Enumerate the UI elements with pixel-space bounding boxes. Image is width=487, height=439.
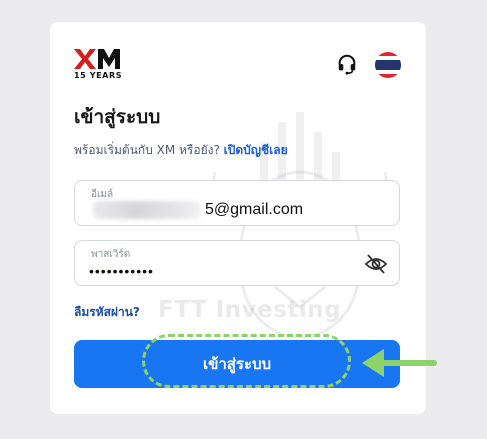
open-account-link[interactable]: เปิดบัญชีเลย — [224, 143, 288, 157]
page-title: เข้าสู่ระบบ — [74, 106, 161, 128]
login-card: 15 YEARS เข้าสู่ระบบ พร้อมเริ่มต้นกับ XM… — [50, 22, 426, 414]
password-input[interactable]: ••••••••••• — [89, 263, 349, 279]
email-label: อีเมล์ — [91, 189, 114, 200]
xm-logo-mark — [74, 49, 120, 69]
support-button[interactable] — [335, 52, 359, 76]
email-input[interactable]: 5@gmail.com — [205, 201, 465, 219]
language-selector[interactable] — [374, 51, 402, 79]
signup-prompt: พร้อมเริ่มต้นกับ XM หรือยัง? — [74, 143, 220, 157]
logo-subtitle: 15 YEARS — [74, 71, 123, 80]
login-button[interactable]: เข้าสู่ระบบ — [74, 340, 400, 388]
toggle-password-visibility-button[interactable] — [364, 253, 388, 275]
email-field[interactable]: อีเมล์ 5@gmail.com — [74, 180, 400, 226]
xm-logo: 15 YEARS — [74, 49, 130, 85]
forgot-password-link[interactable]: ลืมรหัสผ่าน? — [74, 303, 140, 322]
thailand-flag-icon — [375, 52, 401, 78]
headset-icon — [338, 54, 356, 75]
email-redaction-blur — [93, 201, 201, 219]
signup-prompt-line: พร้อมเริ่มต้นกับ XM หรือยัง? เปิดบัญชีเล… — [74, 141, 288, 160]
password-field[interactable]: พาสเวิร์ด ••••••••••• — [74, 240, 400, 286]
eye-slash-icon — [364, 254, 388, 274]
password-label: พาสเวิร์ด — [91, 249, 131, 260]
